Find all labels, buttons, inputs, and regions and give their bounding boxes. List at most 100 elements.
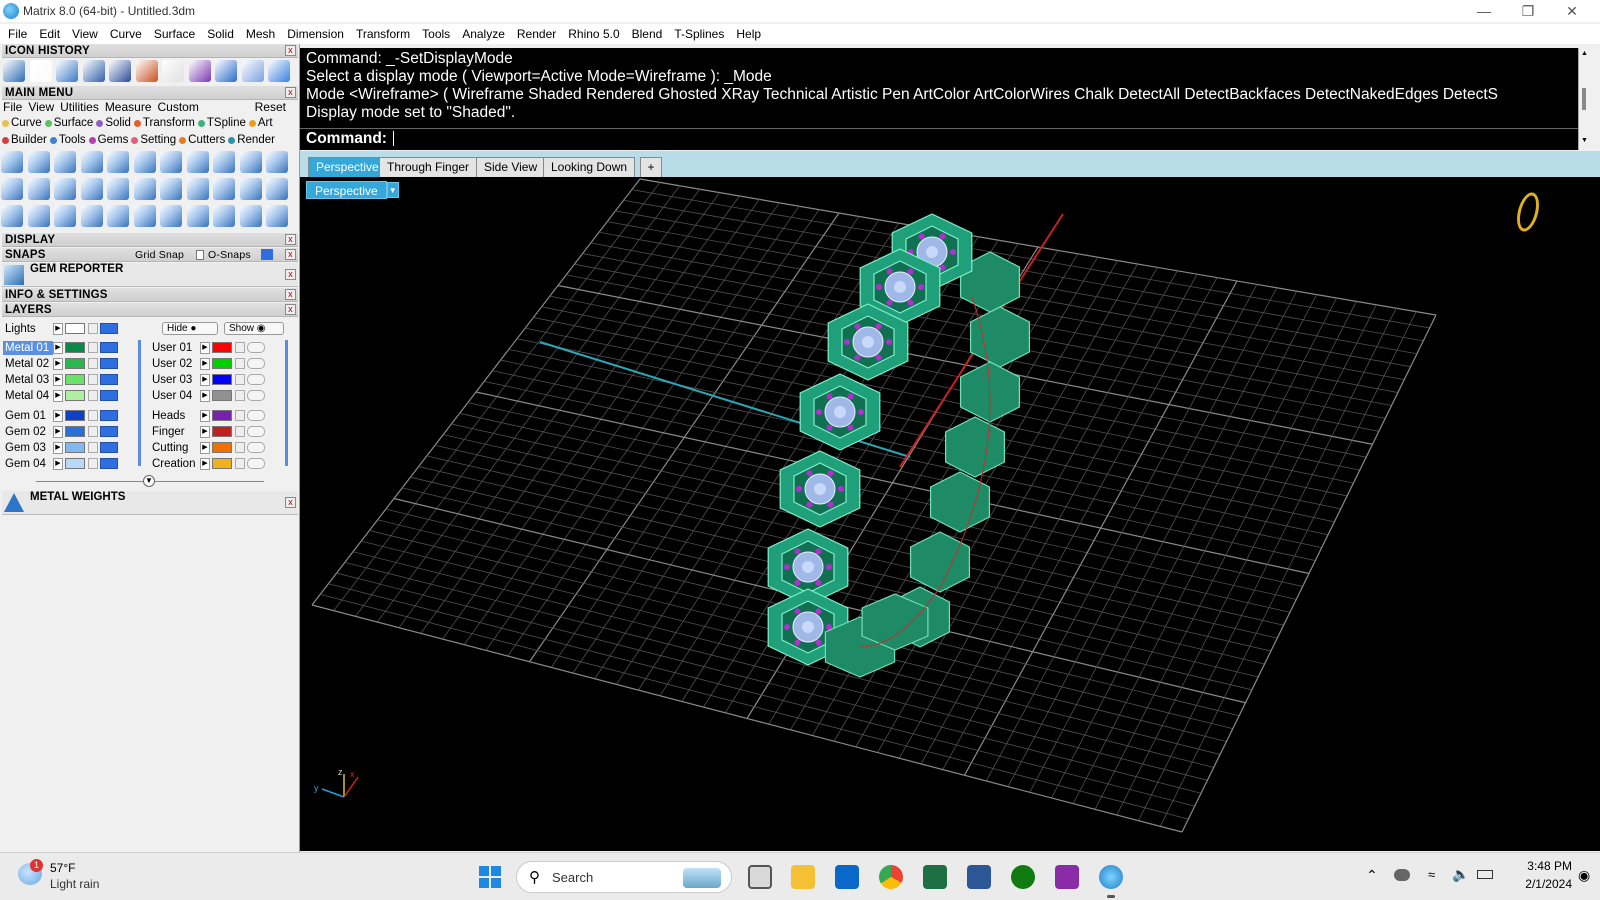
layer-color-swatch[interactable] (212, 458, 232, 469)
layer-row-metal-03[interactable]: Metal 03 ▶ (3, 372, 118, 387)
osnaps-toggle[interactable]: O-Snaps (208, 248, 251, 262)
scroll-down-icon[interactable]: ▼ (1581, 137, 1588, 144)
layer-name[interactable]: Finger (150, 425, 200, 439)
layer-name[interactable]: Cutting (150, 441, 200, 455)
app-purple-icon[interactable] (1055, 865, 1079, 889)
lock-icon[interactable] (88, 458, 98, 469)
layer-name[interactable]: Gem 03 (3, 441, 53, 455)
grid-snap-toggle[interactable]: Grid Snap (135, 248, 184, 262)
icon-history-tool-3-icon[interactable] (56, 60, 78, 82)
lock-icon[interactable] (88, 374, 98, 385)
layer-row-user-03[interactable]: User 03 ▶ (150, 372, 265, 387)
layer-color-swatch[interactable] (212, 342, 232, 353)
layer-color-swatch[interactable] (212, 442, 232, 453)
menu-blend[interactable]: Blend (626, 27, 669, 41)
tool-r1-c9-icon[interactable] (213, 151, 235, 173)
expand-arrow-icon[interactable]: ▶ (53, 389, 63, 402)
expand-arrow-icon[interactable]: ▶ (53, 373, 63, 386)
tool-r2-c1-icon[interactable] (1, 178, 23, 200)
visibility-off-icon[interactable] (247, 374, 265, 385)
layer-name[interactable]: Metal 02 (3, 357, 53, 371)
menu-surface[interactable]: Surface (148, 27, 201, 41)
clock-time[interactable]: 3:48 PM (1512, 859, 1572, 873)
expand-arrow-icon[interactable]: ▶ (53, 409, 63, 422)
chevron-up-icon[interactable]: ⌃ (1366, 867, 1378, 884)
tool-r2-c4-icon[interactable] (80, 178, 103, 200)
category-gems[interactable]: Gems (88, 134, 128, 146)
icon-history-tool-7-icon[interactable] (162, 60, 184, 82)
lock-icon[interactable] (235, 442, 245, 453)
visibility-off-icon[interactable] (247, 458, 265, 469)
layer-color-swatch[interactable] (65, 426, 85, 437)
lock-icon[interactable] (88, 323, 98, 334)
layer-color-swatch[interactable] (212, 374, 232, 385)
menu-rhino[interactable]: Rhino 5.0 (562, 27, 625, 41)
visibility-icon[interactable] (100, 442, 118, 453)
category-cutters[interactable]: Cutters (179, 134, 225, 146)
battery-icon[interactable] (1477, 870, 1493, 879)
layer-row-user-04[interactable]: User 04 ▶ (150, 388, 265, 403)
icon-history-tool-10-icon[interactable] (241, 60, 264, 82)
minimize-button[interactable]: — (1462, 0, 1506, 22)
volume-icon[interactable]: 🔈 (1452, 866, 1469, 883)
layer-scrollbar-right[interactable] (285, 340, 288, 466)
layer-name[interactable]: Gem 04 (3, 457, 53, 471)
main-menu-custom[interactable]: Custom (158, 100, 199, 115)
layer-name[interactable]: User 02 (150, 357, 200, 371)
tool-r2-c9-icon[interactable] (213, 178, 235, 200)
tool-r3-c6-icon[interactable] (133, 205, 156, 227)
layer-row-cutting[interactable]: Cutting ▶ (150, 440, 265, 455)
visibility-icon[interactable] (100, 374, 118, 385)
visibility-off-icon[interactable] (247, 342, 265, 353)
expand-arrow-icon[interactable]: ▶ (53, 357, 63, 370)
expand-arrow-icon[interactable]: ▶ (200, 341, 210, 354)
visibility-off-icon[interactable] (247, 390, 265, 401)
menu-curve[interactable]: Curve (104, 27, 148, 41)
tool-r3-c5-icon[interactable] (107, 205, 129, 227)
expand-arrow-icon[interactable]: ▶ (200, 389, 210, 402)
lock-icon[interactable] (235, 342, 245, 353)
main-menu-view[interactable]: View (28, 100, 54, 115)
icon-history-tool-1-icon[interactable] (3, 60, 25, 82)
expand-arrow-icon[interactable]: ▶ (200, 425, 210, 438)
close-icon[interactable]: x (285, 45, 296, 56)
scroll-thumb[interactable] (1582, 88, 1586, 110)
main-menu-file[interactable]: File (3, 100, 22, 115)
tool-r3-c8-icon[interactable] (186, 205, 209, 227)
layer-scrollbar-left[interactable] (138, 340, 141, 466)
close-button[interactable]: ✕ (1550, 0, 1594, 22)
category-render[interactable]: Render (228, 134, 275, 146)
lock-icon[interactable] (235, 458, 245, 469)
category-tspline[interactable]: TSpline (197, 117, 246, 129)
close-icon[interactable]: x (285, 304, 296, 315)
collapse-toggle-icon[interactable]: ▼ (143, 475, 155, 487)
add-tab-button[interactable]: + (640, 157, 662, 177)
store-icon[interactable] (835, 865, 859, 889)
layer-row-finger[interactable]: Finger ▶ (150, 424, 265, 439)
layer-name[interactable]: Creation (150, 457, 200, 471)
icon-history-tool-11-icon[interactable] (268, 60, 290, 82)
task-view-icon[interactable] (748, 865, 772, 889)
command-scrollbar[interactable]: ▲ ▼ (1578, 48, 1590, 150)
lock-icon[interactable] (88, 442, 98, 453)
visibility-icon[interactable] (100, 426, 118, 437)
tool-r1-c11-icon[interactable] (266, 151, 288, 173)
menu-tsplines[interactable]: T-Splines (668, 27, 730, 41)
word-icon[interactable] (967, 865, 991, 889)
category-builder[interactable]: Builder (2, 134, 47, 146)
menu-mesh[interactable]: Mesh (240, 27, 281, 41)
menu-transform[interactable]: Transform (350, 27, 416, 41)
expand-arrow-icon[interactable]: ▶ (200, 457, 210, 470)
icon-history-tool-6-icon[interactable] (135, 60, 158, 82)
search-box[interactable]: ⚲ Search (516, 861, 732, 893)
layer-name[interactable]: Heads (150, 409, 200, 423)
expand-arrow-icon[interactable]: ▶ (200, 373, 210, 386)
close-icon[interactable]: x (285, 269, 296, 280)
tab-side-view[interactable]: Side View (476, 157, 546, 177)
expand-arrow-icon[interactable]: ▶ (53, 341, 63, 354)
visibility-icon[interactable] (100, 458, 118, 469)
menu-tools[interactable]: Tools (416, 27, 456, 41)
tab-through-finger[interactable]: Through Finger (379, 157, 478, 177)
tool-r1-c6-icon[interactable] (133, 151, 156, 173)
snap-indicator-icon[interactable] (261, 249, 273, 260)
